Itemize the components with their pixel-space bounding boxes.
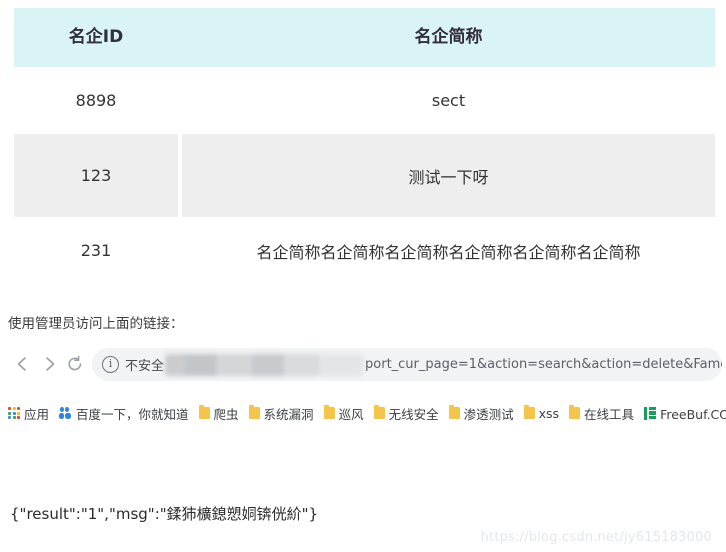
column-header-famous-name: 名企简称 xyxy=(414,26,483,47)
folder-icon xyxy=(248,405,260,419)
freebuf-icon xyxy=(644,406,656,420)
cell-famous-id: 123 xyxy=(80,166,112,185)
bookmark-folder-vulnerabilities[interactable]: 系统漏洞 xyxy=(248,404,314,423)
bookmark-folder-crawler[interactable]: 爬虫 xyxy=(198,404,239,423)
bookmark-label: 百度一下，你就知道 xyxy=(76,406,189,422)
bookmark-folder-wireless-security[interactable]: 无线安全 xyxy=(373,404,439,423)
bookmark-folder-online-tools[interactable]: 在线工具 xyxy=(569,404,634,423)
folder-icon xyxy=(373,405,385,419)
bookmarks-bar: 应用 百度一下，你就知道 爬虫 系统漏洞 巡风 无线安全 渗透测试 xss 在线… xyxy=(0,395,726,431)
url-text: port_cur_page=1&action=search&action=del… xyxy=(365,357,722,372)
table-row[interactable]: 123 测试一下呀 xyxy=(0,134,726,217)
bookmark-label: 应用 xyxy=(24,406,50,422)
folder-icon xyxy=(569,405,581,419)
famous-companies-table: 名企ID 名企简称 8898 sect 123 测试一下呀 231 名企简称名企… xyxy=(0,0,726,284)
bookmark-label: 在线工具 xyxy=(584,406,635,422)
browser-chrome-screenshot: i 不安全 port_cur_page=1&action=search&acti… xyxy=(0,341,726,445)
bookmark-label: 无线安全 xyxy=(388,406,439,422)
cell-famous-id: 8898 xyxy=(75,91,117,110)
bookmark-folder-xunfeng[interactable]: 巡风 xyxy=(323,404,364,423)
bookmark-label: 爬虫 xyxy=(213,406,239,422)
forward-arrow-icon[interactable] xyxy=(36,351,62,377)
bookmark-label: FreeBuf.COM | 关注 xyxy=(660,406,726,422)
cell-famous-name: sect xyxy=(431,91,466,110)
bookmark-label: 渗透测试 xyxy=(463,406,514,422)
cell-famous-name: 名企简称名企简称名企简称名企简称名企简称名企简称 xyxy=(256,242,641,262)
bookmark-label: 系统漏洞 xyxy=(263,406,314,422)
blog-watermark: https://blog.csdn.net/jy615183000 xyxy=(480,530,712,545)
server-response-text: {"result":"1","msg":"鍒犻櫎鎴愬姛锛侊紒"} xyxy=(10,505,319,523)
address-bar[interactable]: i 不安全 port_cur_page=1&action=search&acti… xyxy=(92,348,722,381)
info-circle-icon[interactable]: i xyxy=(102,356,119,373)
bookmark-baidu[interactable]: 百度一下，你就知道 xyxy=(59,404,189,423)
admin-link-hint: 使用管理员访问上面的链接： xyxy=(8,316,184,332)
table-header-row: 名企ID 名企简称 xyxy=(0,0,726,74)
bookmark-freebuf[interactable]: FreeBuf.COM | 关注 xyxy=(644,404,726,423)
folder-icon xyxy=(523,405,535,419)
bookmark-folder-xss[interactable]: xss xyxy=(523,405,560,421)
bookmark-label: 巡风 xyxy=(338,406,364,422)
baidu-paw-icon xyxy=(59,406,72,420)
browser-nav-bar: i 不安全 port_cur_page=1&action=search&acti… xyxy=(0,341,726,389)
table-row[interactable]: 8898 sect xyxy=(0,67,726,134)
apps-grid-icon xyxy=(8,407,20,419)
table-row[interactable]: 231 名企简称名企简称名企简称名企简称名企简称名企简称 xyxy=(0,217,726,284)
bookmark-folder-penetration-testing[interactable]: 渗透测试 xyxy=(448,404,514,423)
folder-icon xyxy=(198,405,210,419)
column-header-famous-id: 名企ID xyxy=(68,26,124,47)
bookmark-apps[interactable]: 应用 xyxy=(8,404,49,423)
cell-famous-id: 231 xyxy=(80,241,112,260)
security-status-label: 不安全 xyxy=(125,359,165,374)
reload-icon[interactable] xyxy=(62,351,88,377)
back-arrow-icon[interactable] xyxy=(10,351,36,377)
folder-icon xyxy=(448,405,460,419)
redacted-url-blur xyxy=(165,353,364,376)
folder-icon xyxy=(323,405,335,419)
bookmark-label: xss xyxy=(538,405,560,421)
cell-famous-name: 测试一下呀 xyxy=(408,167,489,187)
